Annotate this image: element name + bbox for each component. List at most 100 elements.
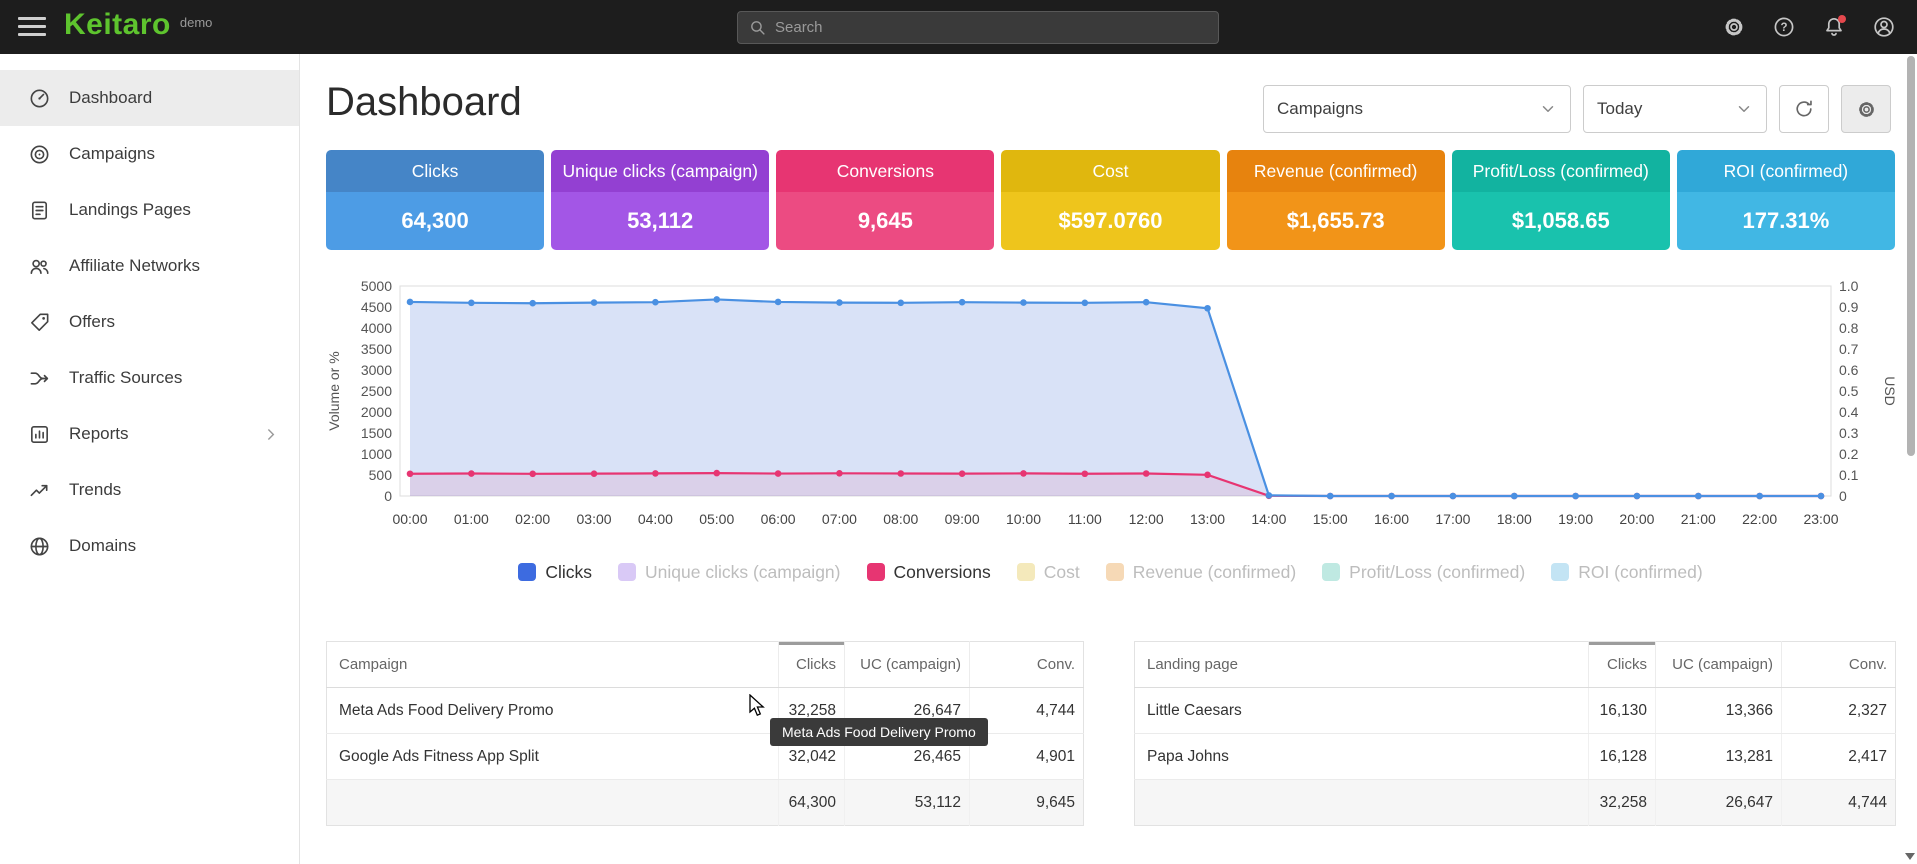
legend-label: Profit/Loss (confirmed)	[1349, 562, 1525, 583]
column-header-uc-campaign[interactable]: UC (campaign)	[845, 642, 970, 688]
svg-text:0.4: 0.4	[1839, 404, 1859, 420]
svg-text:23:00: 23:00	[1803, 511, 1838, 527]
svg-text:11:00: 11:00	[1068, 511, 1102, 527]
totals-cell: 32,258	[1589, 780, 1656, 826]
column-header-clicks[interactable]: Clicks	[779, 642, 845, 688]
table-row[interactable]: Papa Johns16,12813,2812,417	[1135, 734, 1896, 780]
svg-text:05:00: 05:00	[699, 511, 734, 527]
sidebar-item-campaigns[interactable]: Campaigns	[0, 126, 299, 182]
notifications-bell-icon[interactable]	[1813, 7, 1855, 47]
metric-label: Cost	[1001, 150, 1219, 192]
legend-item-unique-clicks-campaign[interactable]: Unique clicks (campaign)	[618, 562, 841, 583]
sidebar-item-reports[interactable]: Reports	[0, 406, 299, 462]
svg-text:0.3: 0.3	[1839, 425, 1859, 441]
refresh-button[interactable]	[1779, 85, 1829, 133]
legend-swatch	[1106, 563, 1124, 581]
dashboard-settings-button[interactable]	[1841, 85, 1891, 133]
svg-text:07:00: 07:00	[822, 511, 857, 527]
legend-item-profit-loss-confirmed[interactable]: Profit/Loss (confirmed)	[1322, 562, 1525, 583]
sidebar-item-trends[interactable]: Trends	[0, 462, 299, 518]
settings-gear-icon[interactable]	[1713, 7, 1755, 47]
table-row[interactable]: Little Caesars16,13013,3662,327	[1135, 688, 1896, 734]
daterange-select[interactable]: Today	[1583, 85, 1767, 133]
sidebar-item-affiliate-networks[interactable]: Affiliate Networks	[0, 238, 299, 294]
sidebar-item-landings-pages[interactable]: Landings Pages	[0, 182, 299, 238]
metric-card-clicks[interactable]: Clicks64,300	[326, 150, 544, 250]
legend-item-conversions[interactable]: Conversions	[867, 562, 991, 583]
svg-text:0.9: 0.9	[1839, 299, 1859, 315]
help-icon[interactable]: ?	[1763, 7, 1805, 47]
chart-container: 0500100015002000250030003500400045005000…	[326, 276, 1895, 536]
metric-label: Revenue (confirmed)	[1227, 150, 1445, 192]
main-content: Dashboard Campaigns Today Clicks64,300Un…	[301, 54, 1917, 864]
svg-text:04:00: 04:00	[638, 511, 673, 527]
brand-logo[interactable]: Keitarodemo	[64, 8, 212, 42]
table-cell: 16,130	[1589, 688, 1656, 734]
legend-swatch	[1017, 563, 1035, 581]
svg-text:4000: 4000	[361, 320, 392, 336]
svg-text:15:00: 15:00	[1313, 511, 1348, 527]
refresh-icon	[1793, 98, 1815, 120]
landings-table: Landing pageClicksUC (campaign)Conv.Litt…	[1134, 641, 1895, 826]
sidebar-item-label: Affiliate Networks	[69, 256, 200, 276]
legend-item-roi-confirmed[interactable]: ROI (confirmed)	[1551, 562, 1702, 583]
legend-item-cost[interactable]: Cost	[1017, 562, 1080, 583]
column-header-clicks[interactable]: Clicks	[1589, 642, 1656, 688]
scrollbar-thumb[interactable]	[1907, 56, 1915, 456]
metric-card-cost[interactable]: Cost$597.0760	[1001, 150, 1219, 250]
column-header-uc-campaign[interactable]: UC (campaign)	[1656, 642, 1782, 688]
legend-item-revenue-confirmed[interactable]: Revenue (confirmed)	[1106, 562, 1296, 583]
svg-text:22:00: 22:00	[1742, 511, 1777, 527]
table-cell: 2,417	[1782, 734, 1896, 780]
table-cell: 2,327	[1782, 688, 1896, 734]
totals-cell: 64,300	[779, 780, 845, 826]
affiliates-icon	[27, 254, 51, 278]
svg-text:01:00: 01:00	[454, 511, 489, 527]
sidebar-item-dashboard[interactable]: Dashboard	[0, 70, 299, 126]
daterange-select-value: Today	[1597, 99, 1642, 119]
column-header-conv[interactable]: Conv.	[970, 642, 1084, 688]
metric-value: 64,300	[326, 192, 544, 250]
metric-card-conversions[interactable]: Conversions9,645	[776, 150, 994, 250]
svg-text:USD: USD	[1882, 376, 1895, 406]
row-label[interactable]: Meta Ads Food Delivery Promo	[327, 688, 779, 734]
landings-icon	[27, 198, 51, 222]
sidebar-item-label: Reports	[69, 424, 129, 444]
totals-cell: 53,112	[845, 780, 970, 826]
legend-item-clicks[interactable]: Clicks	[518, 562, 592, 583]
sidebar-item-offers[interactable]: Offers	[0, 294, 299, 350]
svg-text:500: 500	[369, 467, 393, 483]
svg-text:09:00: 09:00	[945, 511, 980, 527]
traffic-chart: 0500100015002000250030003500400045005000…	[326, 276, 1895, 536]
legend-swatch	[618, 563, 636, 581]
chevron-down-icon	[1735, 100, 1753, 118]
row-label[interactable]: Google Ads Fitness App Split	[327, 734, 779, 780]
menu-icon[interactable]	[18, 17, 46, 37]
reports-icon	[27, 422, 51, 446]
metric-value: 177.31%	[1677, 192, 1895, 250]
svg-text:1.0: 1.0	[1839, 278, 1859, 294]
sidebar-item-domains[interactable]: Domains	[0, 518, 299, 574]
metric-card-unique-clicks-campaign[interactable]: Unique clicks (campaign)53,112	[551, 150, 769, 250]
svg-text:0: 0	[1839, 488, 1847, 504]
scroll-down-icon[interactable]	[1905, 853, 1915, 860]
column-header-conv[interactable]: Conv.	[1782, 642, 1896, 688]
sidebar-item-label: Offers	[69, 312, 115, 332]
legend-label: Unique clicks (campaign)	[645, 562, 841, 583]
totals-row: 32,25826,6474,744	[1135, 780, 1896, 826]
column-header-landing-page[interactable]: Landing page	[1135, 642, 1589, 688]
search-input[interactable]	[775, 19, 1207, 36]
metric-card-profit-loss-confirmed[interactable]: Profit/Loss (confirmed)$1,058.65	[1452, 150, 1670, 250]
metric-card-revenue-confirmed[interactable]: Revenue (confirmed)$1,655.73	[1227, 150, 1445, 250]
svg-text:14:00: 14:00	[1251, 511, 1286, 527]
search-icon	[749, 19, 766, 36]
metric-card-roi-confirmed[interactable]: ROI (confirmed)177.31%	[1677, 150, 1895, 250]
metric-label: Clicks	[326, 150, 544, 192]
grouping-select[interactable]: Campaigns	[1263, 85, 1571, 133]
row-label[interactable]: Papa Johns	[1135, 734, 1589, 780]
column-header-campaign[interactable]: Campaign	[327, 642, 779, 688]
row-label[interactable]: Little Caesars	[1135, 688, 1589, 734]
trends-icon	[27, 478, 51, 502]
sidebar-item-traffic-sources[interactable]: Traffic Sources	[0, 350, 299, 406]
account-icon[interactable]	[1863, 7, 1905, 47]
